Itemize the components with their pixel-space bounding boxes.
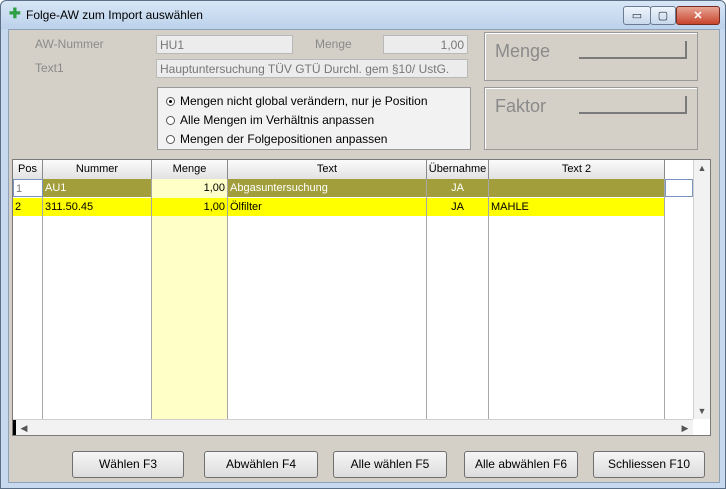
table-row[interactable]: 2 311.50.45 1,00 Ölfilter JA MAHLE (13, 198, 665, 216)
option-verhaeltnis[interactable]: Alle Mengen im Verhältnis anpassen (166, 113, 374, 127)
aw-nummer-field[interactable]: HU1 (156, 35, 293, 54)
cell-uebernahme[interactable]: JA (427, 198, 489, 216)
schliessen-button[interactable]: Schliessen F10 (593, 451, 705, 478)
row-end-cell (665, 179, 693, 197)
menge-label: Menge (315, 37, 352, 51)
plus-icon: ✚ (9, 5, 21, 21)
waehlen-button[interactable]: Wählen F3 (72, 451, 184, 478)
text1-label: Text1 (35, 61, 64, 75)
cell-text[interactable]: Abgasuntersuchung (228, 179, 427, 197)
option-label: Alle Mengen im Verhältnis anpassen (180, 113, 375, 127)
cell-nummer[interactable]: AU1 (43, 179, 152, 197)
option-folgepositionen[interactable]: Mengen der Folgepositionen anpassen (166, 132, 387, 146)
column-header-pos[interactable]: Pos (13, 160, 43, 179)
cell-pos[interactable]: 2 (13, 198, 43, 216)
table-row[interactable]: 1 AU1 1,00 Abgasuntersuchung JA (13, 179, 693, 197)
scroll-right-icon[interactable]: ▶ (677, 420, 693, 435)
alle-waehlen-button[interactable]: Alle wählen F5 (333, 451, 447, 478)
cell-text[interactable]: Ölfilter (228, 198, 427, 216)
scroll-left-icon[interactable]: ◀ (13, 420, 32, 435)
dialog-client-area: AW-Nummer HU1 Menge 1,00 Text1 Hauptunte… (8, 29, 720, 483)
cell-nummer[interactable]: 311.50.45 (43, 198, 152, 216)
cell-uebernahme[interactable]: JA (427, 179, 489, 197)
mengen-option-group: Mengen nicht global verändern, nur je Po… (157, 87, 471, 150)
horizontal-scrollbar[interactable]: ◀ ▶ (13, 419, 693, 435)
option-nur-position[interactable]: Mengen nicht global verändern, nur je Po… (166, 94, 428, 108)
cell-pos[interactable]: 1 (13, 179, 43, 197)
menge-field[interactable]: 1,00 (383, 35, 468, 54)
column-header-menge[interactable]: Menge (152, 160, 228, 179)
column-header-nummer[interactable]: Nummer (43, 160, 152, 179)
cell-menge[interactable]: 1,00 (152, 179, 228, 197)
abwaehlen-button[interactable]: Abwählen F4 (204, 451, 318, 478)
menge-panel: Menge (484, 32, 698, 81)
vertical-scrollbar[interactable]: ▲ ▼ (693, 160, 710, 419)
radio-icon[interactable] (166, 134, 175, 144)
alle-abwaehlen-button[interactable]: Alle abwählen F6 (464, 451, 578, 478)
title-bar[interactable]: ✚ Folge-AW zum Import auswählen ▭ ▢ ✕ (1, 1, 725, 29)
column-header-text2[interactable]: Text 2 (489, 160, 665, 179)
minimize-button[interactable]: ▭ (623, 6, 651, 25)
faktor-panel-input[interactable] (579, 96, 687, 114)
option-label: Mengen der Folgepositionen anpassen (180, 132, 388, 146)
menge-panel-input[interactable] (579, 41, 687, 59)
window-title: Folge-AW zum Import auswählen (26, 8, 203, 22)
text1-field[interactable]: Hauptuntersuchung TÜV GTÜ Durchl. gem §1… (156, 59, 468, 78)
option-label: Mengen nicht global verändern, nur je Po… (180, 94, 428, 108)
close-button[interactable]: ✕ (676, 6, 720, 25)
table-header: Pos Nummer Menge Text Übernahme Text 2 (13, 160, 665, 180)
dialog-window: ✚ Folge-AW zum Import auswählen ▭ ▢ ✕ AW… (0, 0, 726, 489)
column-header-uebernahme[interactable]: Übernahme (427, 160, 489, 179)
scroll-up-icon[interactable]: ▲ (694, 160, 710, 176)
radio-selected-icon[interactable] (166, 96, 175, 106)
cell-menge[interactable]: 1,00 (152, 198, 228, 216)
faktor-panel: Faktor (484, 87, 698, 150)
positions-table[interactable]: Pos Nummer Menge Text Übernahme Text 2 1… (12, 159, 711, 436)
maximize-button[interactable]: ▢ (650, 6, 676, 25)
column-header-text[interactable]: Text (228, 160, 427, 179)
faktor-panel-label: Faktor (495, 96, 547, 116)
cell-text2[interactable]: MAHLE (489, 198, 665, 216)
cell-text2[interactable] (489, 179, 665, 197)
radio-icon[interactable] (166, 115, 175, 125)
scroll-down-icon[interactable]: ▼ (694, 403, 710, 419)
menge-panel-label: Menge (495, 41, 551, 61)
aw-nummer-label: AW-Nummer (35, 37, 104, 51)
